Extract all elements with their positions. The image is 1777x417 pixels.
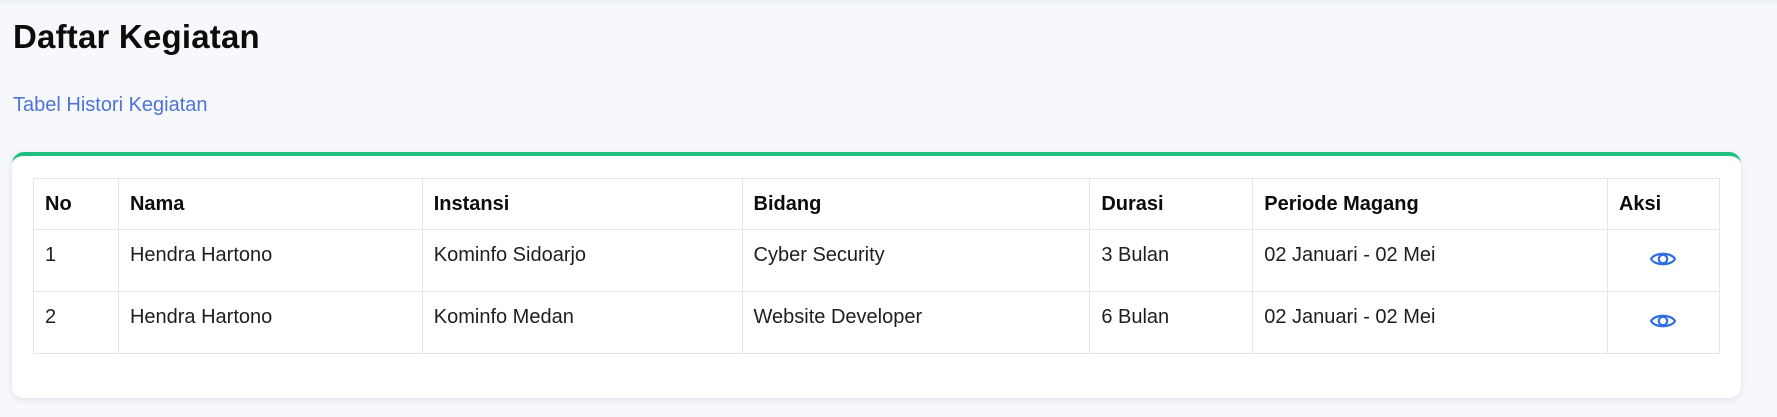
eye-icon[interactable] — [1649, 248, 1677, 270]
cell-aksi — [1606, 291, 1721, 354]
activity-history-table: No Nama Instansi Bidang Durasi Periode M… — [33, 178, 1721, 354]
cell-periode: 02 Januari - 02 Mei — [1252, 291, 1608, 354]
cell-nama: Hendra Hartono — [117, 229, 423, 292]
table-row: 1 Hendra Hartono Kominfo Sidoarjo Cyber … — [33, 229, 1721, 292]
cell-bidang: Website Developer — [741, 291, 1091, 354]
cell-nama: Hendra Hartono — [117, 291, 423, 354]
header-bidang: Bidang — [741, 178, 1091, 230]
cell-instansi: Kominfo Sidoarjo — [421, 229, 743, 292]
page-title: Daftar Kegiatan — [13, 18, 260, 55]
page-subtitle: Tabel Histori Kegiatan — [13, 94, 208, 116]
table-header-row: No Nama Instansi Bidang Durasi Periode M… — [33, 178, 1721, 230]
cell-bidang: Cyber Security — [741, 229, 1091, 292]
eye-icon[interactable] — [1649, 310, 1677, 332]
cell-durasi: 3 Bulan — [1089, 229, 1254, 292]
cell-durasi: 6 Bulan — [1089, 291, 1254, 354]
header-no: No — [33, 178, 119, 230]
top-shade — [0, 0, 1777, 6]
cell-periode: 02 Januari - 02 Mei — [1252, 229, 1608, 292]
cell-no: 2 — [33, 291, 119, 354]
cell-no: 1 — [33, 229, 119, 292]
header-nama: Nama — [117, 178, 423, 230]
header-periode-magang: Periode Magang — [1252, 178, 1608, 230]
table-row: 2 Hendra Hartono Kominfo Medan Website D… — [33, 291, 1721, 354]
header-instansi: Instansi — [421, 178, 743, 230]
header-durasi: Durasi — [1089, 178, 1254, 230]
activity-table-card: No Nama Instansi Bidang Durasi Periode M… — [12, 152, 1741, 398]
cell-instansi: Kominfo Medan — [421, 291, 743, 354]
cell-aksi — [1606, 229, 1721, 292]
header-aksi: Aksi — [1606, 178, 1721, 230]
